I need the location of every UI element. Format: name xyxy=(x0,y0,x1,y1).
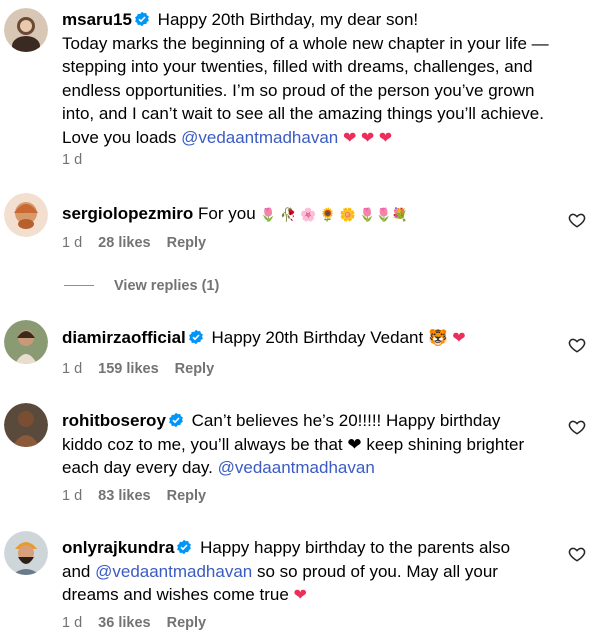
heart-like-icon[interactable] xyxy=(568,336,586,354)
comment-text: For you xyxy=(198,204,256,223)
comment-text-line: each day every day. xyxy=(62,458,213,477)
comment-meta: 1 d 28 likes Reply xyxy=(62,235,222,251)
reply-button[interactable]: Reply xyxy=(167,235,207,251)
comment-text-line: stepping into your twenties, filled with… xyxy=(62,57,533,76)
avatar[interactable] xyxy=(4,8,48,52)
avatar[interactable] xyxy=(4,531,48,575)
heart-like-icon[interactable] xyxy=(568,545,586,563)
comment-text-line: Happy happy birthday to the parents also xyxy=(200,538,511,557)
timestamp: 1 d xyxy=(62,488,83,504)
comment-text-line: dreams and wishes come true xyxy=(62,585,289,604)
reply-button[interactable]: Reply xyxy=(175,361,215,377)
comment-meta: 1 d 36 likes Reply xyxy=(62,615,222,631)
comment-meta: 1 d 83 likes Reply xyxy=(62,488,222,504)
comment-text-line: and xyxy=(62,561,91,581)
comment-text-line: kiddo coz to me, you’ll always be that ❤… xyxy=(62,434,525,454)
username[interactable]: rohitboseroy xyxy=(62,411,166,430)
likes-count[interactable]: 83 likes xyxy=(98,488,150,504)
mention-link[interactable]: @vedaantmadhavan xyxy=(95,562,252,581)
comment-text-line: Happy 20th Birthday, my dear son! xyxy=(157,10,419,29)
comment-text: Happy 20th Birthday Vedant xyxy=(211,328,424,347)
mention-link[interactable]: @vedaantmadhavan xyxy=(218,458,375,477)
verified-badge-icon xyxy=(188,329,204,345)
view-replies-label: View replies (1) xyxy=(114,278,220,294)
avatar[interactable] xyxy=(4,403,48,447)
emojis: 🐯 ❤ xyxy=(427,330,466,347)
username[interactable]: onlyrajkundra xyxy=(62,538,174,557)
divider-line xyxy=(64,285,94,286)
timestamp: 1 d xyxy=(62,152,83,168)
view-replies-button[interactable]: View replies (1) xyxy=(64,278,219,294)
heart-emojis: ❤ ❤ ❤ xyxy=(343,129,393,147)
comment-meta: 1 d xyxy=(62,152,98,168)
likes-count[interactable]: 159 likes xyxy=(98,361,158,377)
comment-text-line: Love you loads xyxy=(62,127,177,147)
avatar[interactable] xyxy=(4,193,48,237)
timestamp: 1 d xyxy=(62,361,83,377)
reply-button[interactable]: Reply xyxy=(167,615,207,631)
heart-emoji: ❤ xyxy=(293,587,307,604)
username[interactable]: diamirzaofficial xyxy=(62,328,186,347)
comment-thread: msaru15 Happy 20th Birthday, my dear son… xyxy=(0,0,596,632)
username[interactable]: msaru15 xyxy=(62,10,132,29)
comment-text-line: Today marks the beginning of a whole new… xyxy=(62,33,549,53)
comment-text-line: into, and I can’t wait to see all the am… xyxy=(62,104,544,123)
comment-text-line: endless opportunities. I’m so proud of t… xyxy=(62,80,535,100)
avatar[interactable] xyxy=(4,320,48,364)
likes-count[interactable]: 28 likes xyxy=(98,235,150,251)
comment-text-line: Can’t believes he’s 20!!!!! Happy birthd… xyxy=(191,411,501,430)
mention-link[interactable]: @vedaantmadhavan xyxy=(181,128,338,147)
comment-meta: 1 d 159 likes Reply xyxy=(62,361,230,377)
verified-badge-icon xyxy=(134,11,150,27)
likes-count[interactable]: 36 likes xyxy=(98,615,150,631)
verified-badge-icon xyxy=(176,539,192,555)
username[interactable]: sergiolopezmiro xyxy=(62,204,193,223)
flower-emojis: 🌷 🥀 🌸 🌻 🌼 🌷🌷💐 xyxy=(260,207,408,222)
comment-text-line: so so proud of you. May all your xyxy=(257,561,498,581)
heart-like-icon[interactable] xyxy=(568,211,586,229)
timestamp: 1 d xyxy=(62,235,83,251)
reply-button[interactable]: Reply xyxy=(167,488,207,504)
verified-badge-icon xyxy=(168,412,184,428)
heart-like-icon[interactable] xyxy=(568,418,586,436)
timestamp: 1 d xyxy=(62,615,83,631)
